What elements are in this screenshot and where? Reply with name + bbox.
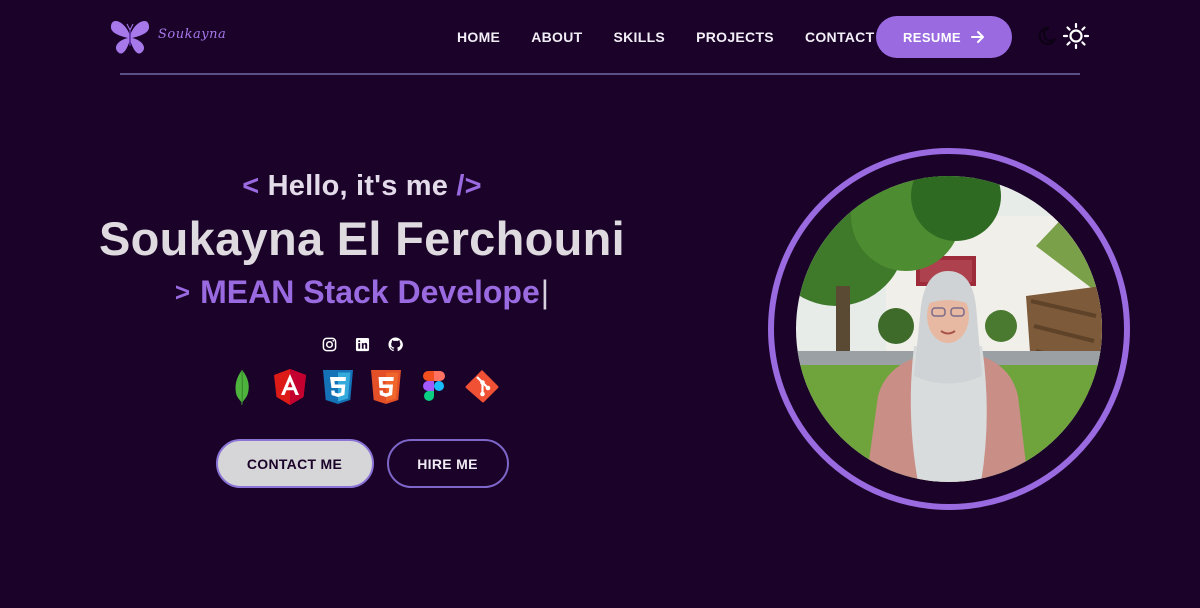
butterfly-icon [110, 21, 150, 54]
linkedin-link[interactable] [355, 337, 370, 352]
css3-icon [320, 368, 356, 406]
linkedin-icon [355, 337, 369, 352]
typing-cursor: | [540, 274, 550, 310]
figma-icon [416, 368, 452, 406]
mongodb-icon [224, 368, 260, 406]
greeting-open-bracket: < [242, 170, 260, 202]
greeting-close-bracket: /> [456, 170, 482, 202]
arrow-right-icon [971, 31, 985, 43]
role-text: MEAN Stack Develope| [200, 274, 549, 311]
theme-toggle[interactable] [1036, 22, 1090, 50]
nav-about[interactable]: ABOUT [531, 28, 582, 46]
instagram-link[interactable] [322, 337, 337, 352]
greeting: < Hello, it's me /> [62, 170, 662, 203]
role-typed: MEAN Stack Develope [200, 274, 540, 310]
html5-icon [368, 368, 404, 406]
github-link[interactable] [387, 337, 403, 352]
nav-skills[interactable]: SKILLS [613, 28, 665, 46]
tech-stack [62, 368, 662, 406]
instagram-icon [322, 337, 336, 352]
hero-role: > MEAN Stack Develope| [62, 274, 662, 311]
cta-buttons: CONTACT ME HIRE ME [62, 439, 662, 488]
main-nav: HOME ABOUT SKILLS PROJECTS CONTACT [457, 28, 905, 46]
resume-label: RESUME [902, 29, 962, 45]
brand-name: Soukayna [158, 26, 227, 42]
nav-projects[interactable]: PROJECTS [696, 28, 774, 46]
nav-contact[interactable]: CONTACT [805, 28, 875, 46]
sun-icon[interactable] [1062, 22, 1090, 50]
role-prefix: > [174, 277, 191, 307]
resume-button[interactable]: RESUME [876, 16, 1012, 58]
brand-logo[interactable]: Soukayna [108, 18, 226, 56]
angular-icon [272, 368, 308, 406]
profile-photo [796, 176, 1102, 482]
github-icon [387, 337, 403, 352]
hero-name: Soukayna El Ferchouni [98, 212, 626, 265]
nav-home[interactable]: HOME [457, 28, 500, 46]
git-icon [464, 368, 500, 406]
greeting-text: Hello, it's me [267, 170, 449, 202]
hero-section: < Hello, it's me /> Soukayna El Ferchoun… [62, 170, 662, 488]
nav-divider [120, 73, 1080, 75]
hire-me-button[interactable]: HIRE ME [386, 439, 509, 488]
moon-icon[interactable] [1036, 25, 1058, 47]
social-links [62, 337, 662, 352]
contact-me-button[interactable]: CONTACT ME [215, 439, 374, 488]
